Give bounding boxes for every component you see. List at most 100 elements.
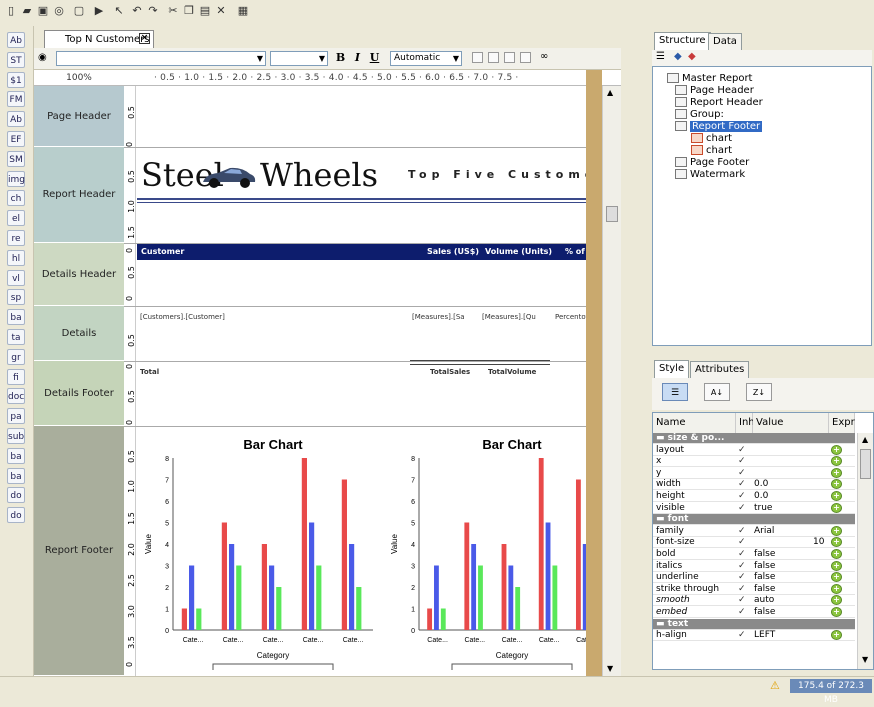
palette-st-icon[interactable]: ST [7, 51, 25, 68]
inherit-checkbox[interactable]: ✓ [738, 456, 746, 467]
palette-sub-icon[interactable]: sub [7, 428, 25, 444]
tree-item-chart[interactable]: chart [691, 133, 732, 145]
property-value[interactable]: false [754, 549, 775, 560]
property-row[interactable]: smooth ✓ auto + [653, 595, 855, 607]
align-justify-icon[interactable] [520, 52, 531, 63]
expression-icon[interactable]: + [831, 572, 842, 583]
property-value[interactable]: false [754, 572, 775, 583]
tree-item-report-footer[interactable]: Report Footer [675, 121, 763, 133]
font-family-select[interactable]: ▼ [56, 51, 266, 66]
memory-indicator[interactable]: 175.4 of 272.3 MB [790, 679, 872, 705]
property-row[interactable]: strike through ✓ false + [653, 583, 855, 595]
property-value[interactable]: Arial [754, 526, 774, 537]
band-details-header[interactable]: Details Header [34, 243, 124, 306]
inherit-checkbox[interactable]: ✓ [738, 584, 746, 595]
palette-fm-icon[interactable]: FM [7, 91, 25, 108]
property-value[interactable]: true [754, 503, 772, 514]
tab-attributes[interactable]: Attributes [690, 361, 750, 378]
inherit-checkbox[interactable]: ✓ [738, 479, 746, 490]
tree-item-chart[interactable]: chart [691, 145, 732, 157]
palette-grid-icon[interactable]: gr [7, 348, 25, 365]
move-up-icon[interactable]: ◆ [674, 51, 682, 62]
palette-hline-icon[interactable]: hl [7, 249, 25, 266]
run-icon[interactable]: ▶ [92, 4, 106, 18]
align-left-icon[interactable] [472, 52, 483, 63]
categorize-icon[interactable]: ☰ [662, 383, 688, 401]
inherit-checkbox[interactable]: ✓ [738, 549, 746, 560]
inherit-checkbox[interactable]: ✓ [738, 503, 746, 514]
palette-ellipse-icon[interactable]: el [7, 210, 25, 227]
band-details-footer[interactable]: Details Footer [34, 361, 124, 426]
style-properties-table[interactable]: Name Inh Value Expr ▬ size & po... layout… [652, 412, 874, 670]
band-report-header[interactable]: Report Header [34, 147, 124, 243]
close-tab-icon[interactable]: × [139, 33, 150, 44]
copy-icon[interactable]: ❐ [182, 4, 196, 18]
new-icon[interactable]: ▯ [4, 4, 18, 18]
inherit-checkbox[interactable]: ✓ [738, 526, 746, 537]
scroll-down-icon[interactable]: ▼ [862, 655, 868, 664]
open-icon[interactable]: ▰ [20, 4, 34, 18]
band-page-header[interactable]: Page Header [34, 86, 124, 147]
property-row[interactable]: font-size ✓ 10 + [653, 537, 855, 549]
scroll-up-icon[interactable]: ▲ [862, 435, 868, 444]
property-value[interactable]: 10 [813, 537, 824, 548]
palette-page-icon[interactable]: pa [7, 408, 25, 425]
footer-total-volume[interactable]: TotalVolume [488, 368, 536, 376]
inherit-checkbox[interactable]: ✓ [738, 491, 746, 502]
palette-img-icon[interactable]: img [7, 170, 25, 187]
details-header-bar[interactable]: Customer Sales (US$) Volume (Units) % of… [137, 244, 621, 260]
palette-doc2-icon[interactable]: do [7, 487, 25, 504]
expression-icon[interactable]: + [831, 549, 842, 559]
sort-az-icon[interactable]: A↓ [704, 383, 730, 401]
property-section[interactable]: ▬ text [653, 618, 855, 630]
detail-sales-field[interactable]: [Measures].[Sa [412, 313, 465, 321]
expression-icon[interactable]: + [831, 560, 842, 571]
expression-icon[interactable]: + [831, 607, 842, 617]
palette-ab-icon[interactable]: Ab [7, 111, 25, 128]
save-icon[interactable]: ▣ [36, 4, 50, 18]
warning-icon[interactable]: ⚠ [770, 679, 780, 692]
scroll-thumb[interactable] [606, 206, 618, 222]
paste-icon[interactable]: ▤ [198, 4, 212, 18]
tree-item-master-report[interactable]: Master Report [667, 73, 752, 85]
expression-icon[interactable]: + [831, 502, 842, 513]
expression-icon[interactable]: + [831, 630, 842, 641]
inherit-checkbox[interactable]: ✓ [738, 595, 746, 606]
palette-bands-icon[interactable]: ba [7, 467, 25, 484]
move-down-icon[interactable]: ◆ [688, 51, 696, 62]
property-row[interactable]: y ✓ + [653, 467, 855, 479]
detail-customer-field[interactable]: [Customers].[Customer] [140, 313, 225, 321]
canvas-scrollbar[interactable]: ▲ ▼ [602, 86, 621, 676]
underline-button[interactable]: U [368, 51, 381, 65]
tree-item-page-header[interactable]: Page Header [675, 85, 754, 97]
delete-icon[interactable]: ✕ [214, 4, 228, 18]
property-row[interactable]: x ✓ + [653, 456, 855, 468]
property-row[interactable]: embed ✓ false + [653, 607, 855, 618]
chart-container-1[interactable]: Bar Chart 0 1 2 3 4 5 6 7 8 Value Cate... Cate... Cat… [137, 432, 383, 673]
sort-icon[interactable]: ☰ [656, 51, 665, 62]
property-section[interactable]: ▬ size & po... [653, 433, 855, 444]
palette-chart-icon[interactable]: ch [7, 190, 25, 207]
palette-ef-icon[interactable]: EF [7, 131, 25, 147]
font-size-select[interactable]: ▼ [270, 51, 328, 66]
footer-total-sales[interactable]: TotalSales [430, 368, 470, 376]
color-select[interactable]: Automatic ▼ [390, 51, 462, 66]
publish-icon[interactable]: ▢ [72, 4, 86, 18]
property-value[interactable]: false [754, 584, 775, 595]
tree-item-report-header[interactable]: Report Header [675, 97, 763, 109]
expression-icon[interactable]: + [831, 444, 842, 455]
inherit-checkbox[interactable]: ✓ [738, 468, 746, 479]
property-row[interactable]: bold ✓ false + [653, 549, 855, 560]
palette-table-icon[interactable]: ta [7, 329, 25, 345]
detail-volume-field[interactable]: [Measures].[Qu [482, 313, 536, 321]
expression-icon[interactable]: + [831, 537, 842, 548]
bold-button[interactable]: B [334, 51, 347, 65]
align-center-icon[interactable] [488, 52, 499, 63]
inherit-checkbox[interactable]: ✓ [738, 607, 746, 618]
expression-icon[interactable]: + [831, 456, 842, 467]
inherit-checkbox[interactable]: ✓ [738, 572, 746, 583]
palette-rect-icon[interactable]: re [7, 230, 25, 246]
property-value[interactable]: false [754, 561, 775, 572]
inherit-checkbox[interactable]: ✓ [738, 561, 746, 572]
props-scrollbar[interactable]: ▲ ▼ [857, 433, 873, 669]
